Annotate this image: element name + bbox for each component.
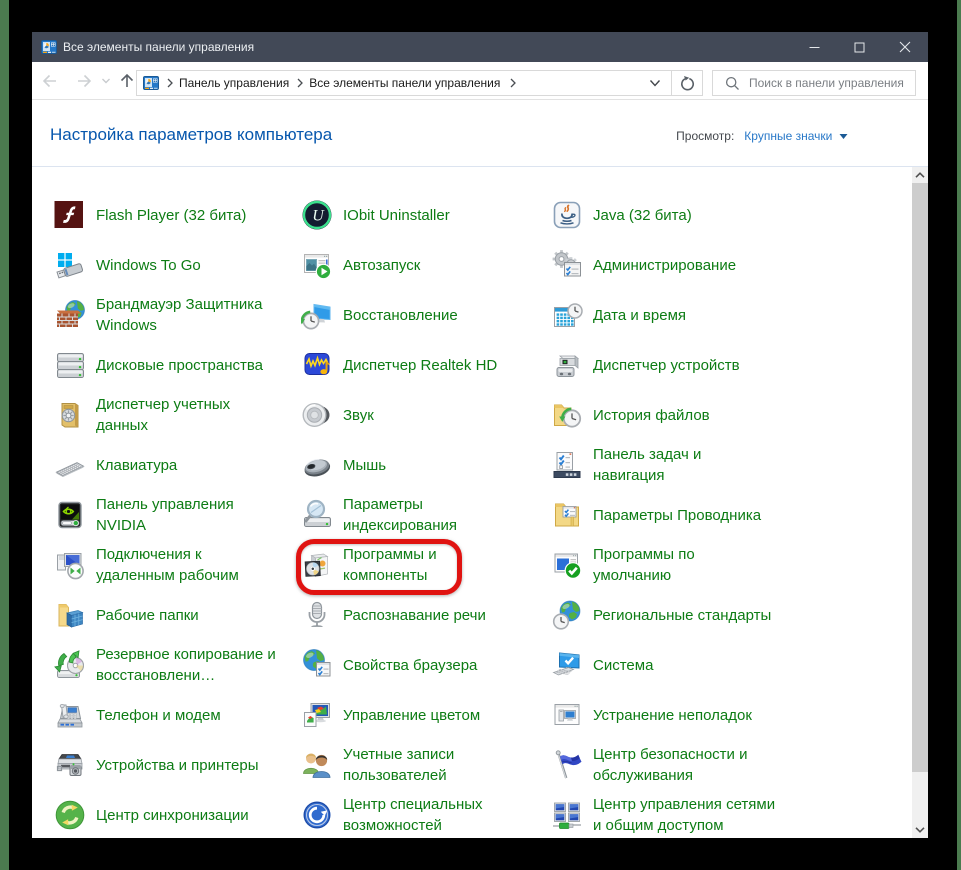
svg-text:U: U [312, 208, 325, 225]
